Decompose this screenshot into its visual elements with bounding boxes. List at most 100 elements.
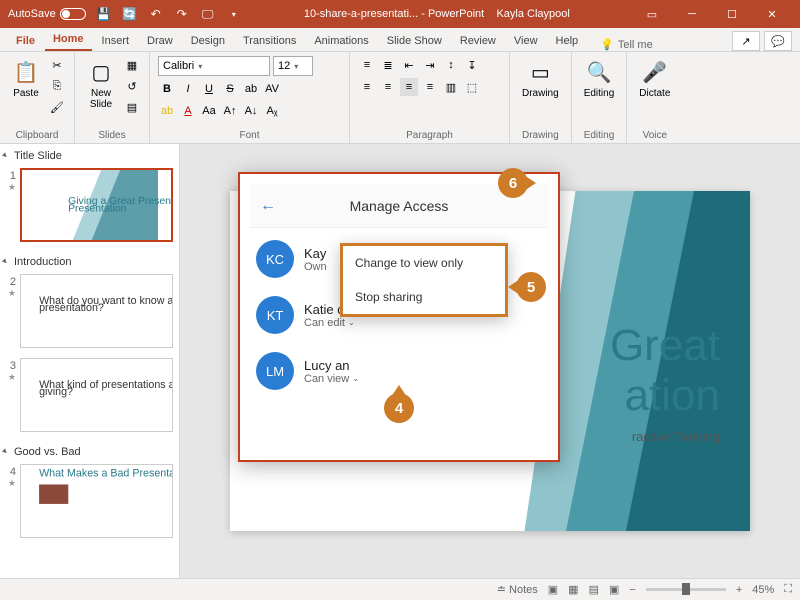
tab-design[interactable]: Design (183, 31, 233, 51)
italic-button[interactable]: I (179, 80, 197, 98)
numbering-button[interactable]: ≣ (379, 56, 397, 74)
justify-button[interactable]: ≡ (421, 78, 439, 96)
line-spacing-button[interactable]: ↕ (442, 56, 460, 74)
slide-thumb-4[interactable]: What Makes a Bad Presentation? (20, 464, 173, 538)
decrease-font-button[interactable]: A↓ (242, 102, 260, 120)
minimize-icon[interactable]: ─ (672, 0, 712, 28)
notes-button[interactable]: ≐ Notes (497, 583, 538, 596)
tab-view[interactable]: View (506, 31, 546, 51)
increase-font-button[interactable]: A↑ (221, 102, 239, 120)
qat-dropdown-icon[interactable]: ▾ (226, 6, 242, 22)
underline-button[interactable]: U (200, 80, 218, 98)
permission-dropdown[interactable]: Can edit⌄ (304, 317, 369, 329)
zoom-slider[interactable] (646, 588, 726, 591)
zoom-in-button[interactable]: + (736, 584, 742, 596)
svg-text:What Makes a Bad Presentation?: What Makes a Bad Presentation? (39, 468, 172, 480)
fit-to-window-icon[interactable]: ⛶ (784, 583, 792, 596)
slide-thumb-2[interactable]: What do you want to know after today'spr… (20, 274, 173, 348)
group-slides: ▢New Slide ▦ ↺ ▤ Slides (75, 52, 150, 143)
slide-thumb-3[interactable]: What kind of presentations are yougiving… (20, 358, 173, 432)
tab-insert[interactable]: Insert (94, 31, 138, 51)
format-painter-button[interactable]: 🖌 (48, 98, 66, 116)
tab-draw[interactable]: Draw (139, 31, 181, 51)
save-icon[interactable]: 💾 (96, 6, 112, 22)
indent-inc-button[interactable]: ⇥ (421, 56, 439, 74)
sync-icon[interactable]: 🔄 (122, 6, 138, 22)
normal-view-icon[interactable]: ▣ (548, 583, 558, 596)
group-voice: 🎤Dictate Voice (627, 52, 682, 143)
tab-review[interactable]: Review (452, 31, 504, 51)
paste-button[interactable]: 📋Paste (8, 56, 44, 101)
callout-badge-6: 6 (498, 168, 528, 198)
tell-me-search[interactable]: 💡 Tell me (588, 38, 730, 51)
align-center-button[interactable]: ≡ (379, 78, 397, 96)
indent-dec-button[interactable]: ⇤ (400, 56, 418, 74)
zoom-out-button[interactable]: − (629, 584, 635, 596)
new-slide-button[interactable]: ▢New Slide (83, 56, 119, 112)
dialog-title: Manage Access (350, 198, 449, 214)
permission-dropdown[interactable]: Can view⌄ (304, 373, 359, 385)
tab-transitions[interactable]: Transitions (235, 31, 304, 51)
startover-icon[interactable]: 🖵 (200, 6, 216, 22)
close-icon[interactable]: ✕ (752, 0, 792, 28)
copy-button[interactable]: ⎘ (48, 77, 66, 95)
editing-button[interactable]: 🔍Editing (580, 56, 619, 101)
back-icon[interactable]: ← (260, 197, 276, 215)
text-direction-button[interactable]: ↧ (463, 56, 481, 74)
ribbon: 📋Paste ✂ ⎘ 🖌 Clipboard ▢New Slide ▦ ↺ ▤ … (0, 52, 800, 144)
menu-change-view-only[interactable]: Change to view only (343, 246, 505, 280)
tab-file[interactable]: File (8, 31, 43, 51)
reset-button[interactable]: ↺ (123, 77, 141, 95)
font-name-combo[interactable]: Calibri▾ (158, 56, 270, 76)
shadow-button[interactable]: ab (242, 80, 260, 98)
tab-animations[interactable]: Animations (306, 31, 376, 51)
maximize-icon[interactable]: ☐ (712, 0, 752, 28)
slide-thumb-1[interactable]: Giving a Great PresentationPresentation (20, 168, 173, 242)
slide-title: Great (610, 321, 720, 371)
bullets-button[interactable]: ≡ (358, 56, 376, 74)
group-font: Calibri▾ 12▾ B I U S ab AV ab A Aa A↑ A↓… (150, 52, 350, 143)
font-color-button[interactable]: A (179, 102, 197, 120)
layout-button[interactable]: ▦ (123, 56, 141, 74)
ribbon-options-icon[interactable]: ▭ (632, 0, 672, 28)
redo-icon[interactable]: ↷ (174, 6, 190, 22)
highlight-button[interactable]: ab (158, 102, 176, 120)
group-paragraph: ≡ ≣ ⇤ ⇥ ↕ ↧ ≡ ≡ ≡ ≡ ▥ ⬚ Paragraph (350, 52, 510, 143)
change-case-button[interactable]: Aa (200, 102, 218, 120)
avatar: KC (256, 240, 294, 278)
section-header[interactable]: Introduction (0, 250, 179, 272)
autosave-toggle[interactable]: AutoSave (8, 8, 86, 20)
tab-help[interactable]: Help (548, 31, 587, 51)
comments-button[interactable]: 💬 (764, 31, 792, 51)
permission-dropdown[interactable]: Own (304, 261, 327, 273)
align-left-button[interactable]: ≡ (358, 78, 376, 96)
drawing-button[interactable]: ▭Drawing (518, 56, 563, 101)
share-button[interactable]: ↗ (732, 31, 760, 51)
menu-stop-sharing[interactable]: Stop sharing (343, 280, 505, 314)
reading-view-icon[interactable]: ▤ (589, 583, 599, 596)
section-header[interactable]: Title Slide (0, 144, 179, 166)
section-button[interactable]: ▤ (123, 98, 141, 116)
tab-home[interactable]: Home (45, 29, 92, 51)
align-right-button[interactable]: ≡ (400, 78, 418, 96)
dictate-button[interactable]: 🎤Dictate (635, 56, 674, 101)
cut-button[interactable]: ✂ (48, 56, 66, 74)
svg-text:Presentation: Presentation (68, 204, 127, 215)
tab-slideshow[interactable]: Slide Show (379, 31, 450, 51)
font-size-combo[interactable]: 12▾ (273, 56, 313, 76)
bold-button[interactable]: B (158, 80, 176, 98)
zoom-level[interactable]: 45% (752, 584, 774, 596)
smartart-button[interactable]: ⬚ (463, 78, 481, 96)
undo-icon[interactable]: ↶ (148, 6, 164, 22)
chevron-down-icon: ⌄ (348, 318, 355, 327)
slide-thumbnail-panel[interactable]: Title Slide 1★ Giving a Great Presentati… (0, 144, 180, 578)
section-header[interactable]: Good vs. Bad (0, 440, 179, 462)
slideshow-view-icon[interactable]: ▣ (609, 583, 619, 596)
sorter-view-icon[interactable]: ▦ (568, 583, 578, 596)
strike-button[interactable]: S (221, 80, 239, 98)
columns-button[interactable]: ▥ (442, 78, 460, 96)
svg-text:presentation?: presentation? (39, 302, 104, 314)
ribbon-tabs: File Home Insert Draw Design Transitions… (0, 28, 800, 52)
spacing-button[interactable]: AV (263, 80, 281, 98)
clear-format-button[interactable]: Aᵪ (263, 102, 281, 120)
